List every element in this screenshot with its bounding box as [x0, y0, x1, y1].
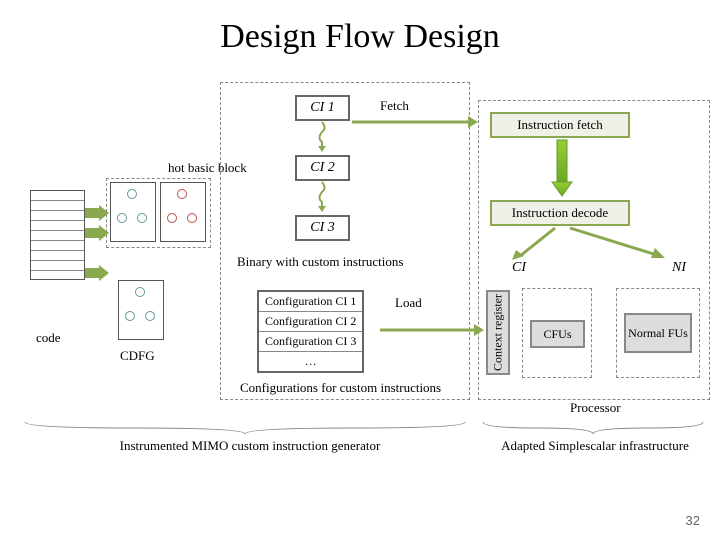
cdfg-label: CDFG: [120, 348, 155, 364]
cfg-ci3: Configuration CI 3: [258, 332, 363, 352]
context-register: Context register: [486, 290, 510, 375]
ni-label: NI: [672, 260, 686, 276]
config-table: Configuration CI 1 Configuration CI 2 Co…: [257, 290, 364, 373]
cfus-box: CFUs: [530, 320, 585, 348]
processor-label: Processor: [570, 400, 621, 416]
load-label: Load: [395, 295, 422, 311]
instruction-decode-box: Instruction decode: [490, 200, 630, 226]
left-brace-icon: [20, 420, 470, 436]
instruction-fetch-box: Instruction fetch: [490, 112, 630, 138]
code-label: code: [36, 330, 61, 346]
cdfg-box-1: [110, 182, 156, 242]
ci-label: CI: [512, 260, 526, 276]
right-brace-icon: [478, 420, 710, 436]
binary-label: Binary with custom instructions: [237, 254, 403, 270]
slide-number: 32: [686, 513, 700, 528]
left-brace-label: Instrumented MIMO custom instruction gen…: [60, 438, 440, 454]
cfg-ci1: Configuration CI 1: [258, 291, 363, 312]
cdfg-box-3: [118, 280, 164, 340]
cfg-ci2: Configuration CI 2: [258, 312, 363, 332]
cdfg-box-2: [160, 182, 206, 242]
right-brace-label: Adapted Simplescalar infrastructure: [480, 438, 710, 454]
cfg-for-label: Configurations for custom instructions: [240, 380, 441, 396]
cfg-dots: …: [258, 352, 363, 373]
slide-title: Design Flow Design: [0, 0, 720, 56]
code-to-cdfg-arrow-3: [85, 265, 111, 281]
normal-fus-box: Normal FUs: [624, 313, 692, 353]
code-listing: [30, 190, 85, 280]
